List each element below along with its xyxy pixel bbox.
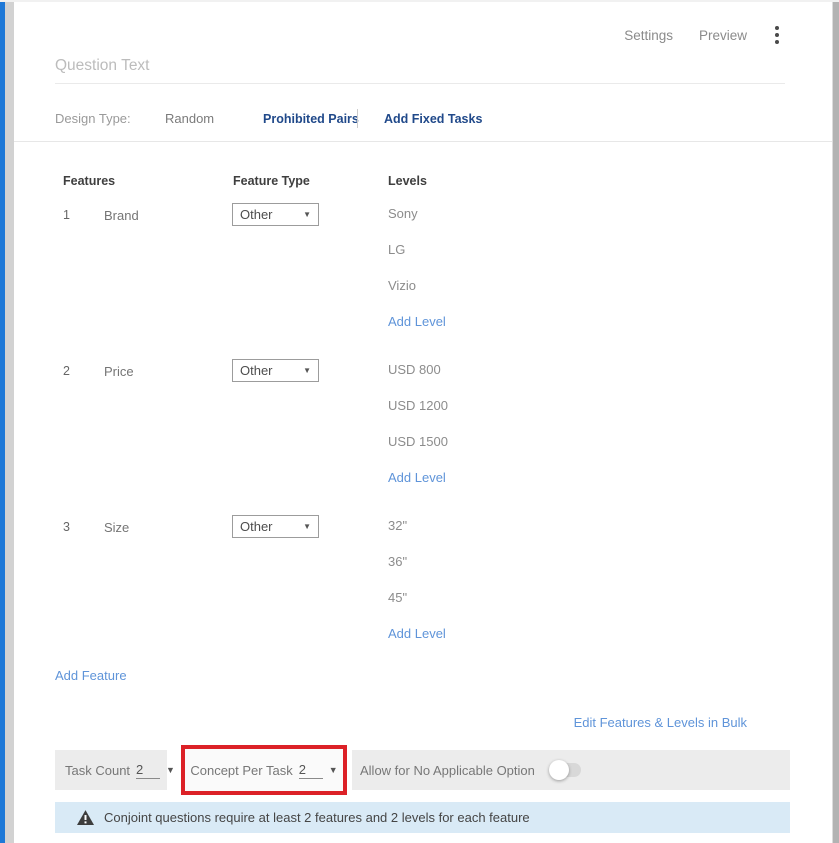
concept-per-task-select[interactable]: Concept Per Task 2 ▼ bbox=[190, 762, 337, 779]
level-item[interactable]: USD 1200 bbox=[388, 388, 448, 424]
toggle-knob bbox=[549, 760, 569, 780]
feature-2-type-select[interactable]: Other ▼ bbox=[232, 359, 319, 382]
feature-1-levels: Sony LG Vizio Add Level bbox=[388, 196, 446, 340]
task-count-label: Task Count bbox=[65, 763, 130, 778]
feature-2-type-value: Other bbox=[240, 363, 273, 378]
warning-triangle-icon bbox=[77, 810, 94, 825]
column-header-levels: Levels bbox=[388, 174, 427, 188]
concept-per-task-highlight-box: Concept Per Task 2 ▼ bbox=[181, 745, 347, 795]
feature-3-type-select[interactable]: Other ▼ bbox=[232, 515, 319, 538]
level-item[interactable]: USD 1500 bbox=[388, 424, 448, 460]
feature-3-name[interactable]: Size bbox=[104, 520, 129, 535]
level-item[interactable]: 36" bbox=[388, 544, 446, 580]
feature-2-name[interactable]: Price bbox=[104, 364, 134, 379]
conjoint-question-editor: Settings Preview Design Type: Random Pro… bbox=[0, 0, 839, 843]
add-fixed-tasks-link[interactable]: Add Fixed Tasks bbox=[384, 112, 482, 126]
level-item[interactable]: 45" bbox=[388, 580, 446, 616]
add-level-link[interactable]: Add Level bbox=[388, 460, 448, 496]
settings-button[interactable]: Settings bbox=[624, 28, 673, 43]
notice-text: Conjoint questions require at least 2 fe… bbox=[104, 810, 530, 825]
concept-per-task-value: 2 bbox=[299, 762, 323, 779]
level-item[interactable]: Sony bbox=[388, 196, 446, 232]
feature-1-index: 1 bbox=[63, 208, 70, 222]
preview-button[interactable]: Preview bbox=[699, 28, 747, 43]
concept-per-task-label: Concept Per Task bbox=[190, 763, 292, 778]
caret-down-icon: ▼ bbox=[166, 765, 175, 775]
feature-3-type-value: Other bbox=[240, 519, 273, 534]
add-feature-link[interactable]: Add Feature bbox=[55, 668, 127, 683]
na-option-toggle[interactable] bbox=[551, 763, 581, 777]
column-header-features: Features bbox=[63, 174, 115, 188]
feature-1-type-select[interactable]: Other ▼ bbox=[232, 203, 319, 226]
divider bbox=[14, 141, 832, 142]
feature-3-index: 3 bbox=[63, 520, 70, 534]
task-count-value: 2 bbox=[136, 762, 160, 779]
level-item[interactable]: Vizio bbox=[388, 268, 446, 304]
feature-2-index: 2 bbox=[63, 364, 70, 378]
caret-down-icon: ▼ bbox=[329, 765, 338, 775]
design-type-label: Design Type: bbox=[55, 111, 131, 126]
kebab-menu-icon[interactable] bbox=[773, 24, 781, 46]
feature-2-levels: USD 800 USD 1200 USD 1500 Add Level bbox=[388, 352, 448, 496]
divider bbox=[357, 109, 358, 128]
scrollbar-track[interactable] bbox=[832, 2, 839, 843]
level-item[interactable]: 32" bbox=[388, 508, 446, 544]
na-option-label: Allow for No Applicable Option bbox=[360, 763, 535, 778]
chevron-down-icon: ▼ bbox=[303, 210, 311, 219]
chevron-down-icon: ▼ bbox=[303, 366, 311, 375]
question-text-input[interactable] bbox=[55, 48, 785, 84]
column-header-feature-type: Feature Type bbox=[233, 174, 310, 188]
na-option-row: Allow for No Applicable Option bbox=[352, 750, 790, 790]
task-count-select[interactable]: Task Count 2 ▼ bbox=[55, 750, 167, 790]
edit-features-levels-bulk-link[interactable]: Edit Features & Levels in Bulk bbox=[574, 715, 747, 730]
add-level-link[interactable]: Add Level bbox=[388, 616, 446, 652]
add-level-link[interactable]: Add Level bbox=[388, 304, 446, 340]
design-type-value: Random bbox=[165, 111, 214, 126]
feature-1-type-value: Other bbox=[240, 207, 273, 222]
left-gutter bbox=[5, 2, 14, 843]
conjoint-requirements-notice: Conjoint questions require at least 2 fe… bbox=[55, 802, 790, 833]
feature-3-levels: 32" 36" 45" Add Level bbox=[388, 508, 446, 652]
level-item[interactable]: LG bbox=[388, 232, 446, 268]
chevron-down-icon: ▼ bbox=[303, 522, 311, 531]
prohibited-pairs-link[interactable]: Prohibited Pairs bbox=[263, 112, 359, 126]
header-actions: Settings Preview bbox=[624, 24, 781, 46]
feature-1-name[interactable]: Brand bbox=[104, 208, 139, 223]
level-item[interactable]: USD 800 bbox=[388, 352, 448, 388]
